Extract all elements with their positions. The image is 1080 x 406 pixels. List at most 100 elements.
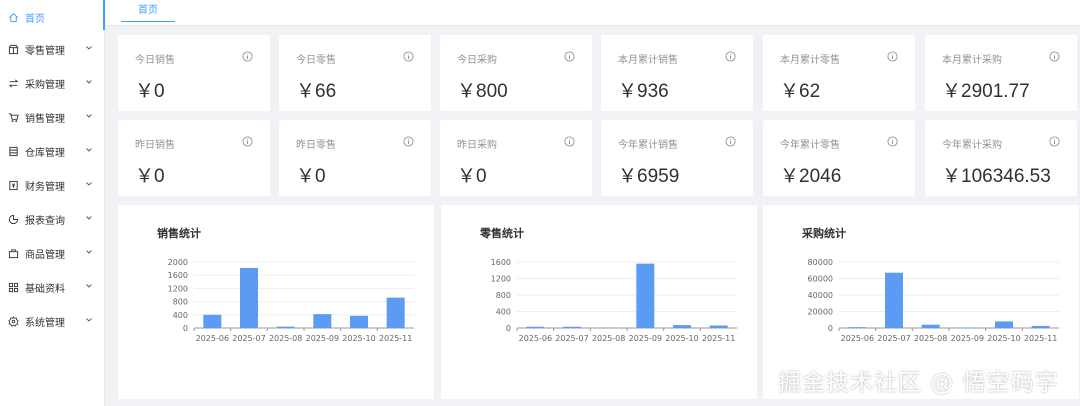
stat-title: 昨日采购: [457, 140, 497, 151]
x-tick-label: 2025-11: [379, 334, 412, 343]
x-tick-label: 2025-11: [702, 334, 735, 343]
y-tick-label: 400: [173, 311, 188, 320]
info-icon[interactable]: [1049, 136, 1060, 147]
pie-chart-icon: [7, 213, 19, 225]
sidebar-item-label: 销售管理: [25, 113, 65, 125]
x-tick-label: 2025-08: [269, 334, 302, 343]
stat-value: ￥106346.53: [942, 166, 1051, 187]
stat-card: 本月累计采购 ￥2901.77: [925, 35, 1077, 111]
bar[interactable]: [313, 314, 332, 328]
stat-value: ￥936: [618, 81, 669, 102]
y-tick-label: 0: [506, 324, 511, 333]
tab-bar: 首页: [106, 0, 1080, 26]
y-tick-label: 2000: [168, 258, 188, 267]
cart-icon: [7, 111, 19, 123]
stat-title: 本月累计采购: [942, 55, 1002, 66]
sidebar-item-label: 首页: [25, 13, 45, 25]
stat-value: ￥66: [296, 81, 337, 102]
shop-icon: [7, 43, 19, 55]
x-tick-label: 2025-06: [196, 334, 229, 343]
chevron-down-icon: [86, 80, 92, 84]
info-icon[interactable]: [887, 136, 898, 147]
sidebar-item-home[interactable]: 首页: [0, 0, 105, 34]
sidebar-item-label: 基础资料: [25, 283, 65, 295]
sales-bar-chart: 0 400 800 1200 1600 2000 2025-06 2025-07 2025-08…: [168, 258, 414, 343]
sidebar-item-sales[interactable]: 销售管理: [0, 100, 105, 134]
stat-value: ￥6959: [618, 166, 680, 187]
y-tick-label: 1200: [168, 284, 188, 293]
sidebar-item-label: 采购管理: [25, 79, 65, 91]
info-icon[interactable]: [242, 51, 253, 62]
sidebar-item-goods[interactable]: 商品管理: [0, 236, 105, 270]
sidebar-item-label: 财务管理: [25, 181, 65, 193]
bar[interactable]: [885, 272, 903, 328]
x-tick-label: 2025-10: [342, 334, 375, 343]
chevron-down-icon: [86, 46, 92, 50]
bar[interactable]: [958, 327, 977, 329]
stat-title: 今年累计零售: [780, 140, 840, 151]
chevron-down-icon: [86, 250, 92, 254]
y-tick-label: 20000: [808, 308, 833, 317]
stat-card: 本月累计零售 ￥62: [763, 35, 915, 111]
stat-title: 今日采购: [457, 55, 497, 66]
bar[interactable]: [386, 297, 405, 328]
bar[interactable]: [1031, 325, 1050, 328]
x-tick-label: 2025-07: [555, 334, 588, 343]
tab-home[interactable]: 首页: [121, 2, 175, 22]
bar[interactable]: [240, 267, 258, 328]
y-tick-label: 400: [496, 308, 511, 317]
bar[interactable]: [563, 326, 581, 328]
bar[interactable]: [599, 327, 618, 329]
account-book-icon: [7, 179, 19, 191]
appstore-icon: [7, 281, 19, 293]
bar[interactable]: [848, 327, 867, 328]
info-icon[interactable]: [403, 136, 414, 147]
info-icon[interactable]: [242, 136, 253, 147]
stat-value: ￥0: [457, 166, 487, 187]
x-tick-label: 2025-11: [1024, 334, 1057, 343]
chevron-down-icon: [86, 216, 92, 220]
setting-icon: [7, 315, 19, 327]
sidebar-item-basic-data[interactable]: 基础资料: [0, 270, 105, 304]
sidebar-item-finance[interactable]: 财务管理: [0, 168, 105, 202]
bar[interactable]: [673, 325, 691, 328]
bar[interactable]: [276, 326, 295, 328]
sidebar-item-warehouse[interactable]: 仓库管理: [0, 134, 105, 168]
stat-card: 今日销售 ￥0: [118, 35, 270, 111]
warehouse-icon: [7, 145, 19, 157]
stat-title: 今日零售: [296, 55, 336, 66]
info-icon[interactable]: [403, 51, 414, 62]
home-icon: [7, 11, 19, 23]
sidebar-item-label: 仓库管理: [25, 147, 65, 159]
sidebar: 首页 零售管理 采购管理 销售管理 仓库管理 财务管理 报表查询 商品管理 基础…: [0, 0, 105, 406]
sidebar-item-system[interactable]: 系统管理: [0, 304, 105, 338]
sidebar-item-retail[interactable]: 零售管理: [0, 32, 105, 66]
chevron-down-icon: [86, 284, 92, 288]
bar[interactable]: [636, 263, 655, 328]
sidebar-item-label: 商品管理: [25, 249, 65, 261]
bar[interactable]: [350, 315, 368, 328]
info-icon[interactable]: [564, 51, 575, 62]
sidebar-item-purchase[interactable]: 采购管理: [0, 66, 105, 100]
y-tick-label: 1600: [491, 258, 511, 267]
y-tick-label: 60000: [808, 275, 833, 284]
retail-chart-panel: 零售统计 0 400 800 1200 1600 2025-06 2025-07 2025-0…: [441, 205, 757, 399]
sidebar-item-reports[interactable]: 报表查询: [0, 202, 105, 236]
info-icon[interactable]: [887, 51, 898, 62]
bar[interactable]: [203, 314, 222, 328]
bar[interactable]: [526, 326, 545, 328]
bar[interactable]: [995, 321, 1013, 328]
stat-title: 昨日销售: [135, 140, 175, 151]
sales-chart-panel: 销售统计 0 400 800 1200 1600 2000 2025-06 2025-07 20…: [118, 205, 434, 399]
goods-icon: [7, 247, 19, 259]
info-icon[interactable]: [725, 51, 736, 62]
stat-value: ￥0: [135, 166, 165, 187]
info-icon[interactable]: [564, 136, 575, 147]
stat-title: 本月累计销售: [618, 55, 678, 66]
info-icon[interactable]: [725, 136, 736, 147]
info-icon[interactable]: [1049, 51, 1060, 62]
y-tick-label: 40000: [808, 291, 833, 300]
bar[interactable]: [921, 324, 940, 328]
stat-card: 昨日零售 ￥0: [279, 120, 431, 196]
bar[interactable]: [709, 325, 728, 328]
